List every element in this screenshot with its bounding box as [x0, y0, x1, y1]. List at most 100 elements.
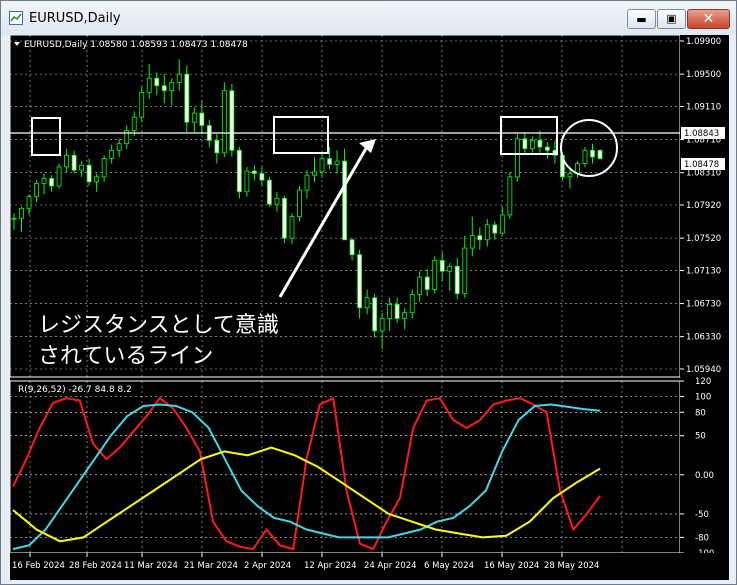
close-button[interactable]: ✕: [687, 9, 730, 29]
candle-body: [454, 265, 460, 295]
time-tick-label: 28 Feb 2024: [69, 561, 122, 571]
restore-button[interactable]: ▣: [657, 9, 686, 29]
indicator-tick-label: -80: [695, 533, 709, 543]
candle-body: [319, 158, 325, 173]
price-tick-label: 1.07130: [686, 266, 721, 276]
candle-body: [447, 265, 453, 272]
candle-body: [154, 77, 160, 87]
candle-body: [342, 160, 347, 241]
candle-body: [169, 82, 175, 92]
price-panel[interactable]: EURUSD,Daily 1.08580 1.08593 1.08473 1.0…: [10, 35, 681, 378]
candle-body: [492, 224, 498, 234]
time-tick-label: 11 Mar 2024: [124, 561, 178, 571]
candle-body: [402, 312, 408, 319]
candle-body: [379, 318, 385, 332]
indicator-tick-label: 50: [695, 432, 706, 442]
indicator-tick-label: -50: [695, 510, 709, 520]
candle-body: [139, 91, 145, 118]
price-tick-label: 1.09500: [686, 70, 721, 80]
time-tick-label: 21 Mar 2024: [184, 561, 238, 571]
time-tick-label: 16 Feb 2024: [12, 561, 65, 571]
price-tick-label: 1.06330: [686, 333, 721, 343]
candle-body: [582, 149, 588, 164]
minimize-icon: ▬: [636, 13, 647, 26]
candle-body: [86, 164, 92, 183]
candle-body: [364, 297, 370, 309]
candle-body: [19, 207, 24, 219]
resistance-price-label: 1.08843: [684, 129, 719, 139]
candle-body: [537, 139, 543, 148]
candle-body: [304, 174, 310, 191]
candle-body: [477, 235, 483, 241]
candle-body: [199, 112, 205, 126]
time-tick-label: 28 May 2024: [544, 561, 599, 571]
time-tick-label: 24 Apr 2024: [364, 561, 417, 571]
indicator-tick-label: 120: [695, 377, 711, 387]
candle-body: [567, 173, 573, 178]
candle-body: [424, 276, 430, 290]
candle-body: [469, 235, 475, 249]
minimize-button[interactable]: ▬: [627, 9, 656, 29]
annotation-text-line2: されているライン: [38, 344, 213, 369]
candle-body: [417, 276, 423, 295]
candle-body: [432, 260, 438, 290]
candle-body: [221, 90, 227, 154]
indicator-series-26: [12, 403, 601, 551]
candle-body: [545, 146, 550, 151]
candle-body: [334, 160, 340, 165]
time-tick-label: 16 May 2024: [484, 561, 539, 571]
candle-body: [394, 303, 400, 319]
candle-body: [116, 143, 122, 151]
indicator-scale[interactable]: 12010080500.00-50-80-100: [680, 377, 729, 559]
indicator-panel-frame: [10, 380, 681, 554]
candle-body: [94, 176, 100, 183]
candle-body: [267, 179, 272, 205]
collapse-arrow-icon[interactable]: [14, 42, 20, 46]
candle-body: [297, 189, 302, 217]
chart-window: EURUSD,Daily ▬ ▣ ✕ EURUSD,Daily 1.08580 …: [0, 0, 737, 585]
time-axis[interactable]: 16 Feb 2024 28 Feb 2024 11 Mar 2024 21 Mar …: [10, 553, 729, 580]
chart-app-icon: [9, 11, 23, 25]
candle-body: [387, 303, 393, 319]
price-scale[interactable]: 1.099001.095001.091101.087101.083101.079…: [680, 35, 729, 377]
candle-body: [161, 85, 167, 92]
candle-body: [357, 254, 362, 309]
price-tick-label: 1.08310: [686, 169, 721, 179]
candle-body: [259, 173, 265, 181]
price-tick-label: 1.07520: [686, 234, 721, 244]
candle-body: [372, 297, 378, 332]
current-price-label: 1.08478: [684, 160, 719, 170]
candle-body: [26, 196, 32, 209]
time-tick-label: 2 Apr 2024: [244, 561, 291, 571]
candle-body: [274, 197, 280, 205]
candle-body: [439, 260, 445, 272]
window-title: EURUSD,Daily: [29, 11, 121, 26]
candle-body: [409, 294, 415, 314]
candle-body: [507, 176, 513, 216]
annotation-arrow-head-icon: [359, 139, 376, 153]
price-tick-label: 1.05940: [686, 365, 721, 375]
candle-body: [191, 112, 197, 123]
candle-body: [349, 239, 355, 256]
highlight-circle: [560, 119, 618, 177]
candles: [11, 59, 603, 350]
chart-area[interactable]: EURUSD,Daily 1.08580 1.08593 1.08473 1.0…: [10, 35, 729, 580]
indicator-panel[interactable]: R(9,26,52) -26.7 84.8 8.2: [10, 380, 681, 554]
annotation-text-line1: レジスタンスとして意識: [38, 313, 279, 338]
candle-body: [590, 149, 595, 158]
candle-body: [499, 214, 505, 234]
candle-body: [484, 224, 490, 241]
candle-body: [146, 77, 152, 93]
price-tick-label: 1.07920: [686, 201, 721, 211]
candle-body: [312, 171, 317, 176]
candle-body: [214, 139, 220, 154]
title-bar[interactable]: EURUSD,Daily ▬ ▣ ✕: [1, 1, 736, 35]
candle-body: [327, 158, 332, 165]
candle-body: [514, 138, 520, 178]
close-icon: ✕: [702, 11, 715, 27]
indicator-header: R(9,26,52) -26.7 84.8 8.2: [18, 385, 132, 395]
restore-icon: ▣: [666, 12, 677, 25]
price-panel-header: EURUSD,Daily 1.08580 1.08593 1.08473 1.0…: [24, 40, 248, 50]
indicator-tick-label: 0.00: [695, 471, 714, 481]
highlight-box-1: [31, 117, 61, 156]
